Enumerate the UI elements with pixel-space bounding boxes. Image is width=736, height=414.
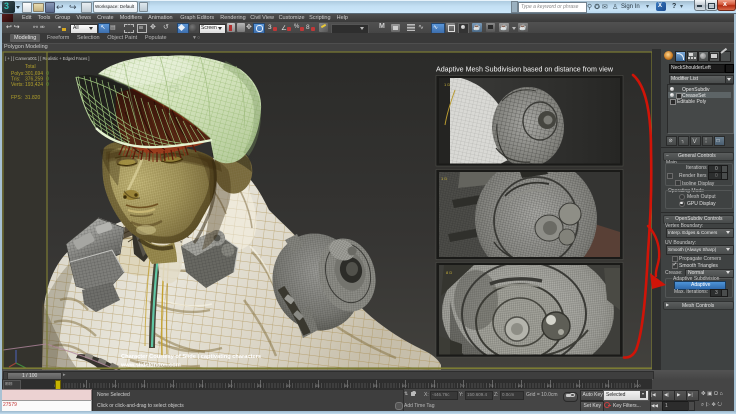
svg-text:Verts:: Verts:: [11, 82, 24, 88]
svg-text:193,424: 193,424: [25, 82, 43, 88]
svg-text:FPS:: FPS:: [11, 95, 22, 101]
svg-text:Total: Total: [25, 64, 36, 70]
svg-text:1 D: 1 D: [444, 82, 450, 87]
svg-text:31.820: 31.820: [25, 95, 41, 101]
svg-text:Adaptive Mesh Subdivision base: Adaptive Mesh Subdivision based on dista…: [436, 66, 614, 74]
svg-text:Character Courtesy of Slide |: Character Courtesy of Slide | captivatin…: [121, 354, 261, 360]
svg-text:1 D: 1 D: [441, 176, 447, 181]
svg-text:8 D: 8 D: [446, 270, 452, 275]
